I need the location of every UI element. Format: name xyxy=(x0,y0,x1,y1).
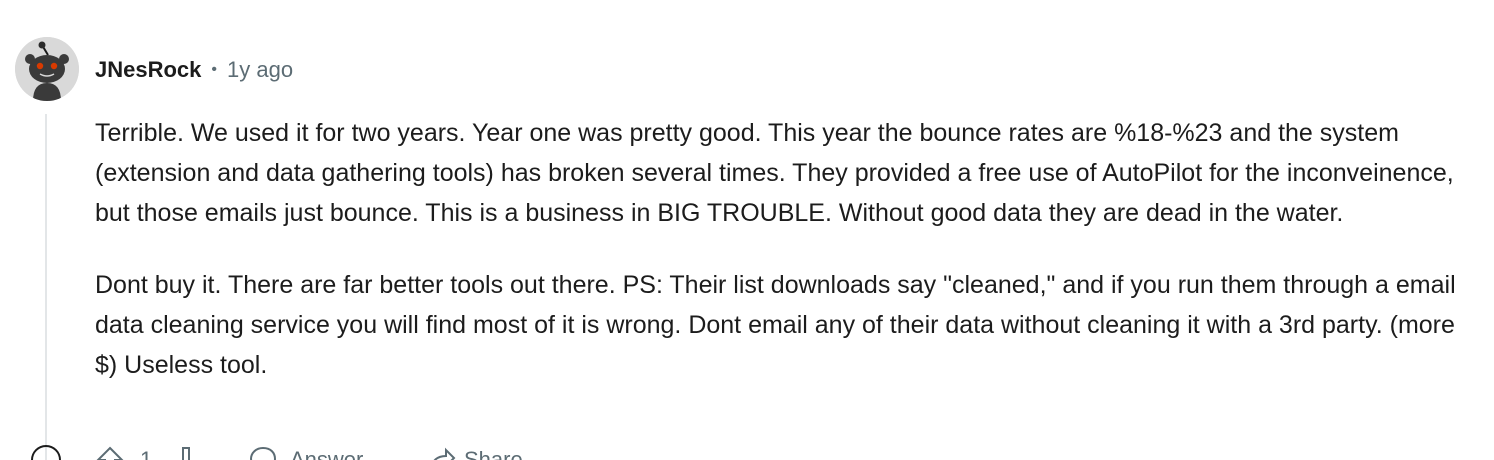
thread-line[interactable] xyxy=(45,114,47,460)
share-button[interactable]: Share xyxy=(464,447,523,460)
timestamp[interactable]: 1y ago xyxy=(227,57,293,83)
reply-button[interactable]: Answer xyxy=(290,447,363,460)
downvote-arrow-icon[interactable] xyxy=(174,444,198,460)
comment-body: Terrible. We used it for two years. Year… xyxy=(95,113,1475,417)
avatar[interactable] xyxy=(15,37,79,101)
meta-separator: • xyxy=(211,61,217,78)
vote-score: 1 xyxy=(140,447,153,460)
collapse-circle-icon[interactable] xyxy=(30,444,62,460)
upvote-arrow-icon[interactable] xyxy=(94,444,126,460)
comment: JNesRock • 1y ago Terrible. We used it f… xyxy=(0,0,1494,460)
comment-paragraph: Terrible. We used it for two years. Year… xyxy=(95,119,1454,227)
author-name[interactable]: JNesRock xyxy=(95,57,201,83)
share-arrow-icon[interactable] xyxy=(426,444,456,460)
speech-bubble-icon[interactable] xyxy=(248,444,278,460)
comment-paragraph: Dont buy it. There are far better tools … xyxy=(95,271,1456,379)
comment-actions: 1 Answer Share xyxy=(28,444,628,460)
comment-header: JNesRock • 1y ago xyxy=(95,55,293,85)
snoo-avatar-icon xyxy=(15,37,79,101)
